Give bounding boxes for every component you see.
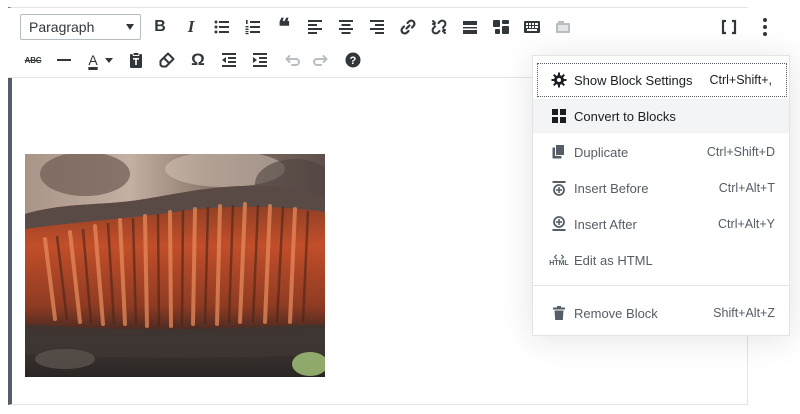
mushroom-photo: [25, 154, 325, 377]
link-icon: [400, 19, 416, 35]
align-left-icon: [308, 20, 322, 34]
kitchen-sink-icon: [493, 20, 509, 34]
strikethrough-icon: ABC: [24, 55, 42, 65]
numbered-list-button[interactable]: [240, 14, 266, 40]
align-center-icon: [339, 20, 353, 34]
undo-icon: [285, 55, 300, 66]
insert-link-button[interactable]: [395, 14, 421, 40]
help-icon-glyph: ?: [350, 55, 357, 67]
insert-after-icon: [549, 214, 569, 234]
align-left-button[interactable]: [302, 14, 328, 40]
fullscreen-button[interactable]: [715, 13, 743, 41]
help-button[interactable]: ?: [340, 47, 366, 73]
menu-item-label: Remove Block: [574, 305, 658, 321]
menu-item-edit-as-html[interactable]: HTML Edit as HTML: [533, 243, 789, 277]
menu-item-insert-before[interactable]: Insert Before Ctrl+Alt+T: [533, 171, 789, 205]
menu-item-label: Convert to Blocks: [574, 108, 676, 124]
indent-icon: [253, 53, 267, 67]
quote-icon: ❝: [278, 14, 290, 39]
insert-before-icon: [549, 178, 569, 198]
insert-image-button[interactable]: [550, 14, 576, 40]
read-more-icon: [463, 21, 477, 34]
bold-icon: B: [154, 18, 166, 35]
keyboard-icon: [524, 21, 540, 33]
menu-item-shortcut: Ctrl+Shift+D: [706, 145, 775, 159]
menu-item-shortcut: Shift+Alt+Z: [713, 306, 775, 320]
fullscreen-icon: [721, 19, 737, 35]
text-color-button[interactable]: A: [82, 47, 104, 73]
html-icon: HTML: [549, 250, 569, 270]
menu-item-label: Edit as HTML: [574, 252, 653, 268]
help-icon: ?: [345, 52, 361, 68]
read-more-button[interactable]: [457, 14, 483, 40]
special-character-button[interactable]: Ω: [185, 47, 211, 73]
block-options-menu: Show Block Settings Ctrl+Shift+, Convert…: [532, 55, 790, 336]
menu-item-label: Insert Before: [574, 180, 649, 196]
redo-icon: [313, 55, 328, 66]
toolbar-row-1: Paragraph B I ❝: [20, 13, 581, 41]
menu-item-label: Duplicate: [574, 144, 629, 160]
align-right-icon: [370, 20, 384, 34]
gear-icon: [549, 70, 569, 90]
blocks-icon: [549, 106, 569, 126]
increase-indent-button[interactable]: [247, 47, 273, 73]
align-center-button[interactable]: [333, 14, 359, 40]
more-options-icon-dot: [763, 25, 767, 29]
horizontal-line-button[interactable]: [51, 47, 77, 73]
numbered-list-icon: [245, 20, 260, 35]
menu-item-label: Show Block Settings: [574, 72, 693, 88]
clear-formatting-button[interactable]: [154, 47, 180, 73]
menu-item-insert-after[interactable]: Insert After Ctrl+Alt+Y: [533, 207, 789, 241]
chevron-down-icon: [126, 24, 134, 30]
outdent-icon: [222, 53, 236, 67]
unlink-icon: [431, 19, 447, 35]
undo-button[interactable]: [278, 47, 304, 73]
trash-icon: [549, 303, 569, 323]
menu-divider: [533, 285, 789, 286]
more-options-icon: [763, 18, 767, 22]
bulleted-list-button[interactable]: [209, 14, 235, 40]
menu-item-duplicate[interactable]: Duplicate Ctrl+Shift+D: [533, 135, 789, 169]
html-icon-label: HTML: [549, 259, 569, 267]
strikethrough-button[interactable]: ABC: [20, 47, 46, 73]
menu-item-label: Insert After: [574, 216, 637, 232]
menu-item-convert-to-blocks[interactable]: Convert to Blocks: [533, 99, 789, 133]
menu-item-remove-block[interactable]: Remove Block Shift+Alt+Z: [533, 296, 789, 330]
bulleted-list-icon: [214, 20, 229, 34]
content-image[interactable]: [25, 154, 325, 377]
more-options-button[interactable]: [752, 12, 778, 42]
text-color-dropdown[interactable]: [105, 57, 113, 63]
duplicate-icon: [549, 142, 569, 162]
eraser-icon: [159, 52, 175, 68]
text-color-icon: A: [88, 52, 98, 68]
format-select[interactable]: Paragraph: [20, 14, 141, 40]
decrease-indent-button[interactable]: [216, 47, 242, 73]
blockquote-button[interactable]: ❝: [271, 14, 297, 40]
toolbar-row-2: ABC A Ω ?: [20, 46, 371, 74]
keyboard-shortcuts-button[interactable]: [519, 14, 545, 40]
menu-item-show-block-settings[interactable]: Show Block Settings Ctrl+Shift+,: [537, 63, 787, 97]
bold-button[interactable]: B: [147, 14, 173, 40]
format-select-value: Paragraph: [29, 19, 95, 35]
menu-item-shortcut: Ctrl+Shift+,: [709, 73, 772, 87]
italic-button[interactable]: I: [178, 14, 204, 40]
toolbar-toggle-button[interactable]: [488, 14, 514, 40]
more-options-icon-dot: [763, 32, 767, 36]
menu-item-shortcut: Ctrl+Alt+T: [718, 181, 775, 195]
paste-as-text-button[interactable]: [123, 47, 149, 73]
remove-link-button[interactable]: [426, 14, 452, 40]
omega-icon: Ω: [191, 50, 205, 69]
paste-text-icon: [130, 52, 142, 68]
menu-item-shortcut: Ctrl+Alt+Y: [718, 217, 775, 231]
media-icon: [556, 21, 570, 33]
align-right-button[interactable]: [364, 14, 390, 40]
italic-icon: I: [187, 17, 195, 36]
horizontal-line-icon: [57, 59, 71, 61]
redo-button[interactable]: [309, 47, 335, 73]
